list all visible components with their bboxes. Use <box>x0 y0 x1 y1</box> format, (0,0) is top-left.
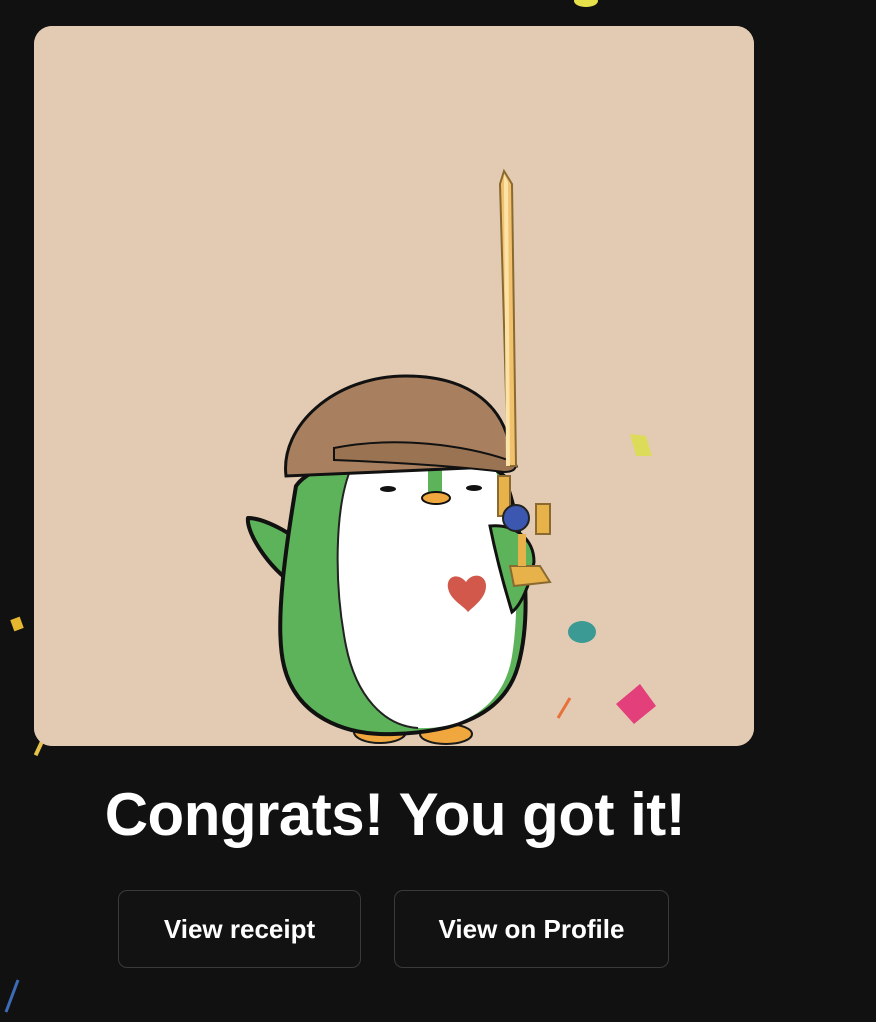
purchase-success-screen: Congrats! You got it! View receipt View … <box>0 0 876 1022</box>
view-receipt-button[interactable]: View receipt <box>118 890 361 968</box>
penguin-with-sword-icon <box>34 26 754 746</box>
confetti-top <box>574 0 598 7</box>
confetti-left <box>10 616 24 632</box>
success-headline: Congrats! You got it! <box>104 781 686 848</box>
nft-image-card <box>34 26 754 746</box>
confetti-bottom-left <box>4 979 20 1013</box>
view-on-profile-button[interactable]: View on Profile <box>394 890 669 968</box>
